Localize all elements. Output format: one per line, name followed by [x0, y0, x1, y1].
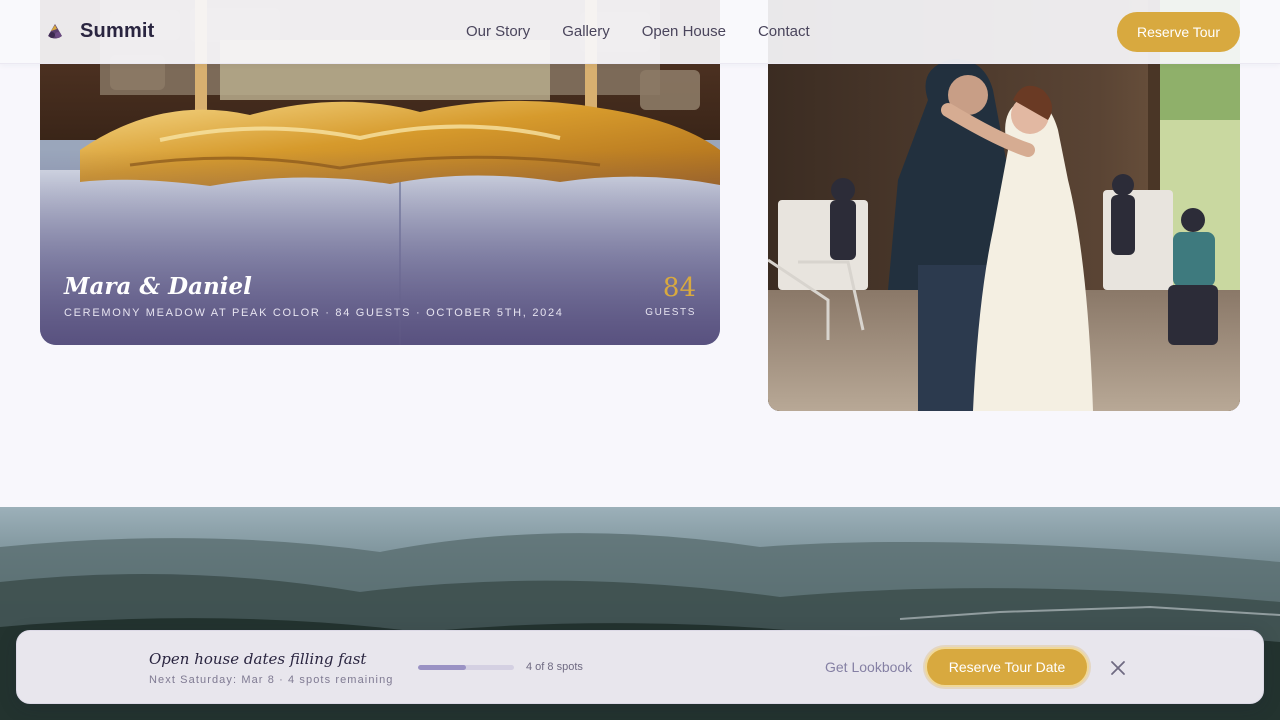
promo-title: Open house dates filling fast — [149, 650, 367, 668]
top-navigation: Summit Our Story Gallery Open House Cont… — [0, 0, 1280, 64]
guest-count-label: GUESTS — [645, 307, 696, 318]
wedding-details: Ceremony meadow at peak color · 84 guest… — [64, 307, 564, 319]
nav-link-contact[interactable]: Contact — [758, 23, 810, 40]
spots-progress-bar — [418, 665, 514, 670]
nav-links: Our Story Gallery Open House Contact — [466, 23, 810, 40]
get-lookbook-link[interactable]: Get Lookbook — [825, 659, 912, 675]
promo-subtitle: Next Saturday: Mar 8 · 4 spots remaining — [149, 674, 394, 686]
spots-progress-label: 4 of 8 spots — [526, 661, 583, 673]
reserve-tour-button[interactable]: Reserve Tour — [1117, 12, 1240, 52]
couple-name: Mara & Daniel — [64, 273, 252, 300]
mountain-leaf-icon — [48, 23, 62, 38]
open-house-promo-bar: Open house dates filling fast Next Satur… — [16, 630, 1264, 704]
close-icon — [1111, 661, 1125, 675]
close-promo-button[interactable] — [1109, 659, 1127, 677]
nav-link-our-story[interactable]: Our Story — [466, 23, 530, 40]
nav-link-gallery[interactable]: Gallery — [562, 23, 610, 40]
nav-link-open-house[interactable]: Open House — [642, 23, 726, 40]
brand-logo[interactable]: Summit — [44, 20, 155, 43]
guest-count: 84 — [662, 273, 696, 303]
reserve-tour-date-button[interactable]: Reserve Tour Date — [925, 647, 1089, 687]
spots-progress-fill — [418, 665, 466, 670]
brand-name: Summit — [80, 20, 155, 42]
